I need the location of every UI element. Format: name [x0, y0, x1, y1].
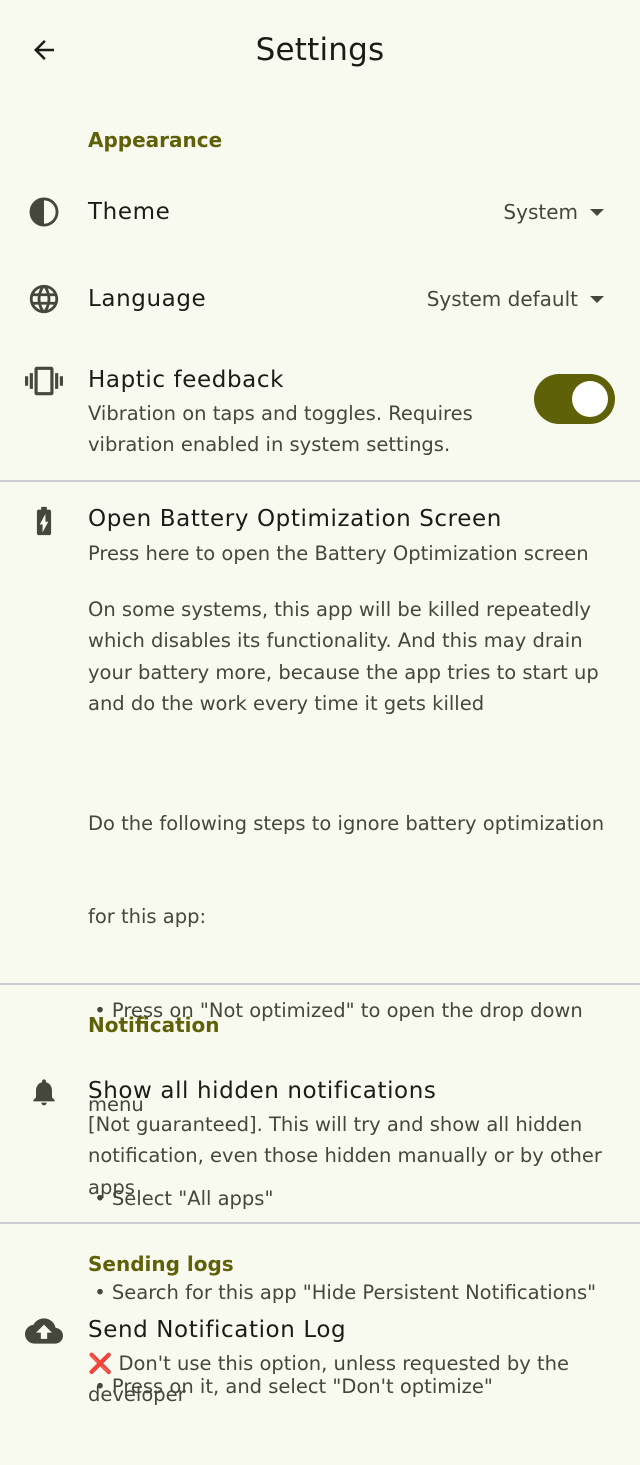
haptic-feedback-title: Haptic feedback: [88, 367, 285, 393]
divider: [0, 1222, 640, 1224]
language-dropdown[interactable]: System default: [427, 285, 604, 313]
battery-optimization-explanation: On some systems, this app will be killed…: [88, 594, 616, 719]
toggle-knob: [572, 381, 608, 417]
battery-optimization-setting[interactable]: Open Battery Optimization Screen Press h…: [0, 482, 640, 1398]
vibration-icon: [22, 359, 66, 403]
description-line: Do the following steps to ignore battery…: [88, 811, 605, 835]
show-hidden-notifications-description: [Not guaranteed]. This will try and show…: [88, 1109, 616, 1203]
section-header-notification: Notification: [88, 1013, 220, 1037]
show-hidden-notifications-setting[interactable]: Show all hidden notifications [Not guara…: [0, 1055, 640, 1220]
cloud-upload-icon: [22, 1309, 66, 1353]
battery-optimization-title: Open Battery Optimization Screen: [88, 506, 502, 532]
description-line: developer: [88, 1383, 186, 1407]
show-hidden-notifications-title: Show all hidden notifications: [88, 1078, 437, 1104]
description-line: which disables its functionality. And th…: [88, 629, 583, 653]
theme-setting[interactable]: Theme System: [0, 170, 640, 254]
description-line: ❌ Don't use this option, unless requeste…: [88, 1352, 570, 1375]
description-line: vibration enabled in system settings.: [88, 433, 451, 457]
language-title: Language: [88, 286, 207, 312]
theme-dropdown[interactable]: System: [503, 198, 604, 226]
section-header-appearance: Appearance: [88, 128, 223, 152]
description-line: Press here to open the Battery Optimizat…: [88, 542, 589, 565]
battery-optimization-description: Press here to open the Battery Optimizat…: [88, 538, 616, 569]
battery-charging-icon: [22, 499, 66, 543]
section-header-sending-logs: Sending logs: [88, 1252, 234, 1276]
description-line: and do the work every time it gets kille…: [88, 691, 485, 715]
dropdown-arrow-icon: [590, 208, 604, 216]
page-title: Settings: [255, 32, 385, 68]
globe-icon: [22, 277, 66, 321]
theme-value: System: [503, 200, 578, 224]
description-line: for this app:: [88, 905, 207, 929]
description-line: [Not guaranteed]. This will try and show…: [88, 1113, 583, 1136]
send-notification-log-description: ❌ Don't use this option, unless requeste…: [88, 1348, 616, 1411]
contrast-icon: [22, 190, 66, 234]
divider: [0, 983, 640, 985]
language-setting[interactable]: Language System default: [0, 257, 640, 341]
description-line: On some systems, this app will be killed…: [88, 598, 591, 621]
dropdown-arrow-icon: [590, 295, 604, 303]
send-notification-log-title: Send Notification Log: [88, 1317, 347, 1343]
language-value: System default: [426, 287, 578, 311]
theme-title: Theme: [88, 199, 171, 225]
description-line: your battery more, because the app tries…: [88, 660, 599, 684]
send-notification-log-setting[interactable]: Send Notification Log ❌ Don't use this o…: [0, 1294, 640, 1422]
description-line: apps: [88, 1175, 135, 1199]
haptic-feedback-toggle[interactable]: [534, 374, 615, 424]
top-app-bar: Settings: [0, 0, 640, 100]
bell-icon: [22, 1070, 66, 1114]
description-line: notification, even those hidden manually…: [88, 1144, 602, 1168]
